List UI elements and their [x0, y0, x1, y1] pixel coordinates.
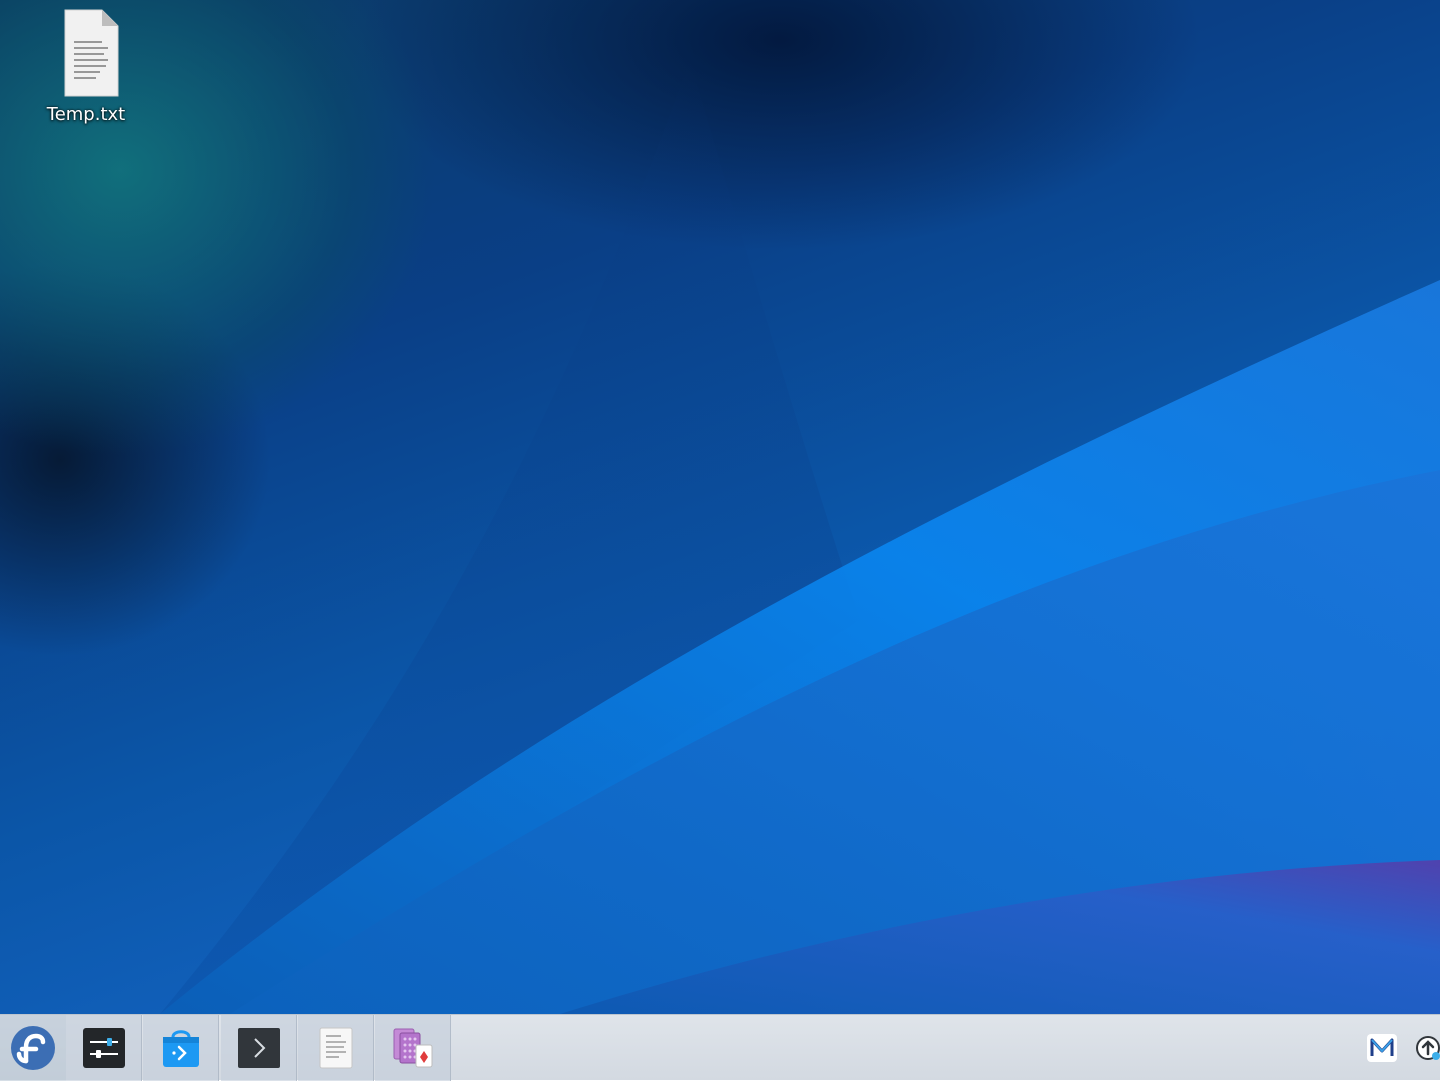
desktop-background[interactable]: Temp.txt: [0, 0, 1440, 1014]
taskbar-app-software-center[interactable]: [143, 1015, 219, 1081]
taskbar: [0, 1014, 1440, 1081]
text-editor-icon: [319, 1027, 352, 1069]
solitaire-cards-icon: [393, 1028, 432, 1068]
wallpaper: [160, 60, 1440, 1014]
taskbar-app-solitaire[interactable]: [375, 1015, 451, 1081]
desktop-file-temp-txt[interactable]: Temp.txt: [40, 8, 132, 125]
application-launcher-button[interactable]: [0, 1015, 66, 1081]
mail-icon[interactable]: [1366, 1032, 1398, 1064]
terminal-icon: [237, 1028, 280, 1068]
taskbar-app-system-settings[interactable]: [66, 1015, 142, 1081]
system-settings-icon: [82, 1028, 125, 1068]
taskbar-app-terminal[interactable]: [221, 1015, 297, 1081]
update-notifier-icon[interactable]: [1412, 1032, 1440, 1064]
text-file-icon: [64, 9, 119, 97]
taskbar-app-text-editor[interactable]: [298, 1015, 374, 1081]
desktop-file-label: Temp.txt: [46, 104, 126, 125]
fedora-logo-icon: [11, 1026, 55, 1070]
software-center-icon: [162, 1030, 199, 1067]
